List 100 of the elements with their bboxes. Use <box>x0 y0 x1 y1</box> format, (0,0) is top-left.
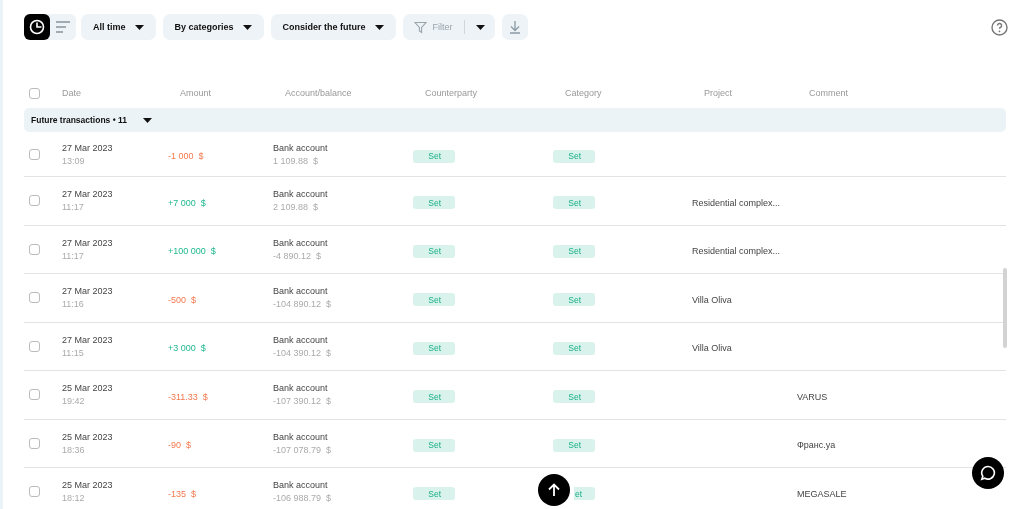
filter-label: Filter <box>432 22 453 32</box>
column-header: Account/balance <box>284 88 353 98</box>
balance-text: -106 988.79 $ <box>273 493 333 504</box>
date-text: 27 Mar 2023 <box>62 142 114 153</box>
group-label: Future transactions • 11 <box>31 115 128 125</box>
time-text: 18:12 <box>62 493 86 504</box>
amount-text: -311.33 $ <box>168 391 208 402</box>
funnel-icon <box>413 20 427 34</box>
project-text: Villa Oliva <box>692 343 732 354</box>
dropdown-button[interactable]: By categories <box>162 14 264 40</box>
set-category-button[interactable]: Set <box>553 438 595 452</box>
column-header: Date <box>62 88 82 98</box>
column-header: Amount <box>179 88 213 98</box>
set-category-button[interactable]: Set <box>553 390 595 404</box>
download-button[interactable] <box>501 14 528 40</box>
amount-text: +100 000 $ <box>168 246 216 257</box>
column-header: Counterparty <box>424 88 479 98</box>
set-counterparty-button[interactable]: Set <box>413 244 455 258</box>
balance-text: -104 390.12 $ <box>273 347 333 358</box>
row-checkbox[interactable] <box>29 292 40 304</box>
column-header: Project <box>703 88 733 98</box>
set-counterparty-button[interactable]: Set <box>413 149 455 163</box>
project-text: Villa Oliva <box>692 294 732 305</box>
project-text: Residential complex... <box>692 246 781 257</box>
amount-text: +7 000 $ <box>168 197 206 208</box>
amount-text: +3 000 $ <box>168 343 206 354</box>
set-category-button[interactable]: Set <box>553 196 595 210</box>
dropdown-button[interactable]: All time <box>81 14 156 40</box>
time-text: 13:09 <box>62 155 86 166</box>
date-text: 27 Mar 2023 <box>62 237 114 248</box>
balance-text: -107 390.12 $ <box>273 396 333 407</box>
set-category-button[interactable]: Set <box>553 341 595 355</box>
project-text: Residential complex... <box>692 197 781 208</box>
time-text: 11:17 <box>62 202 85 213</box>
row-checkbox[interactable] <box>29 195 40 207</box>
time-text: 11:15 <box>62 347 85 358</box>
comment-text: MEGASALE <box>797 488 847 499</box>
set-counterparty-button[interactable]: Set <box>413 196 455 210</box>
chart-view-button[interactable] <box>24 14 50 40</box>
help-icon[interactable] <box>991 18 1008 36</box>
date-text: 27 Mar 2023 <box>62 189 114 200</box>
date-text: 27 Mar 2023 <box>62 286 114 297</box>
date-text: 27 Mar 2023 <box>62 334 114 345</box>
arrow-up-icon <box>547 483 561 497</box>
chat-bubble-icon <box>980 465 996 481</box>
caret-icon[interactable] <box>143 117 153 123</box>
amount-text: -500 $ <box>168 294 197 305</box>
set-counterparty-button[interactable]: Set <box>413 293 455 307</box>
date-text: 25 Mar 2023 <box>62 383 114 394</box>
row-checkbox[interactable] <box>29 243 40 255</box>
set-category-button[interactable]: Set <box>553 149 595 163</box>
scroll-top-button[interactable] <box>538 474 570 506</box>
row-checkbox[interactable] <box>29 389 40 401</box>
comment-text: Франс.уа <box>797 440 836 451</box>
group-header[interactable]: Future transactions • 11 <box>24 108 1006 132</box>
column-header: Comment <box>808 88 849 98</box>
account-text: Bank account <box>273 189 329 200</box>
balance-text: -107 078.79 $ <box>273 444 333 455</box>
balance-text: 2 109.88 $ <box>273 202 320 213</box>
row-checkbox[interactable] <box>29 437 40 449</box>
account-text: Bank account <box>273 480 329 491</box>
time-text: 19:42 <box>62 396 86 407</box>
account-text: Bank account <box>273 431 329 442</box>
set-category-button[interactable]: et <box>574 487 595 501</box>
dropdown-button[interactable]: Consider the future <box>270 14 396 40</box>
time-text: 18:36 <box>62 444 86 455</box>
set-counterparty-button[interactable]: Set <box>413 341 455 355</box>
set-category-button[interactable]: Set <box>553 293 595 307</box>
download-icon <box>508 20 521 34</box>
caret-icon <box>134 24 144 30</box>
balance-text: -4 890.12 $ <box>273 250 323 261</box>
amount-text: -90 $ <box>168 440 191 451</box>
account-text: Bank account <box>273 142 329 153</box>
column-header: Category <box>564 88 603 98</box>
row-checkbox[interactable] <box>29 340 40 352</box>
set-counterparty-button[interactable]: Set <box>413 390 455 404</box>
account-text: Bank account <box>273 286 329 297</box>
time-text: 11:17 <box>62 250 85 261</box>
set-counterparty-button[interactable]: Set <box>413 438 455 452</box>
set-category-button[interactable]: Set <box>553 244 595 258</box>
account-text: Bank account <box>273 334 329 345</box>
row-checkbox[interactable] <box>29 486 40 498</box>
date-text: 25 Mar 2023 <box>62 480 114 491</box>
date-text: 25 Mar 2023 <box>62 431 114 442</box>
balance-text: -104 890.12 $ <box>273 299 333 310</box>
scrollbar[interactable] <box>1003 268 1007 348</box>
pie-chart-icon <box>29 19 45 35</box>
amount-text: -135 $ <box>168 488 197 499</box>
lines-icon <box>55 20 71 34</box>
set-counterparty-button[interactable]: Set <box>413 487 455 501</box>
row-checkbox[interactable] <box>29 148 40 160</box>
caret-icon <box>242 24 252 30</box>
amount-text: -1 000 $ <box>168 151 204 161</box>
comment-text: VARUS <box>797 391 828 402</box>
balance-text: 1 109.88 $ <box>273 155 320 166</box>
caret-icon <box>374 24 384 30</box>
select-all-checkbox[interactable] <box>29 87 40 99</box>
time-text: 11:16 <box>62 299 85 310</box>
account-text: Bank account <box>273 237 329 248</box>
chat-button[interactable] <box>972 457 1004 489</box>
